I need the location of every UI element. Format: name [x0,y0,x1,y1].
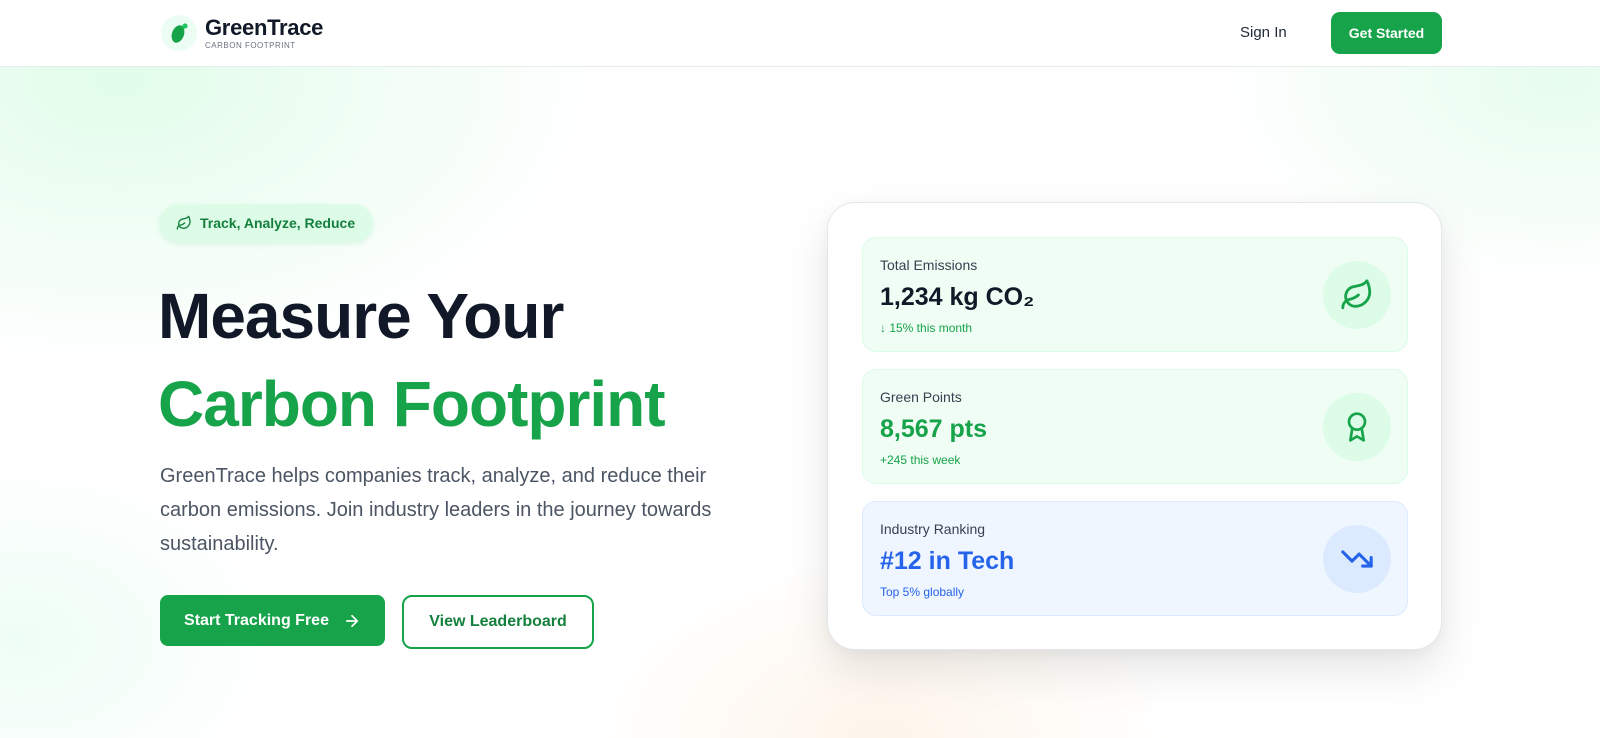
stat-label: Green Points [880,389,962,405]
hero-title-line1: Measure Your [158,280,564,352]
hero-title-line2: Carbon Footprint [158,368,666,440]
arrow-right-icon [343,612,361,630]
stat-note: +245 this week [880,453,961,467]
hero-badge-label: Track, Analyze, Reduce [200,215,356,231]
top-nav: GreenTrace CARBON FOOTPRINT Sign In Get … [0,0,1600,67]
stat-note: ↓ 15% this month [880,321,973,335]
view-leaderboard-button[interactable]: View Leaderboard [402,595,594,649]
award-icon [1323,393,1391,461]
sign-in-link[interactable]: Sign In [1240,24,1287,41]
stat-card-green-points: Green Points 8,567 pts +245 this week [862,369,1408,484]
brand-logo[interactable]: GreenTrace CARBON FOOTPRINT [161,15,323,51]
trending-down-icon [1323,525,1391,593]
leaf-logo-icon [161,15,197,51]
stat-value: 8,567 pts [880,415,988,443]
hero-description: GreenTrace helps companies track, analyz… [160,465,712,555]
brand-tagline: CARBON FOOTPRINT [205,40,296,50]
hero-badge: Track, Analyze, Reduce [160,204,374,242]
stat-value: #12 in Tech [880,547,1015,575]
stat-label: Industry Ranking [880,521,986,537]
leaf-icon [1323,261,1391,329]
stat-card-total-emissions: Total Emissions 1,234 kg CO₂ ↓ 15% this … [862,237,1408,352]
start-tracking-button[interactable]: Start Tracking Free [160,595,385,646]
stat-value: 1,234 kg CO₂ [880,283,1035,311]
brand-name: GreenTrace [205,14,324,40]
stats-dashboard-card: Total Emissions 1,234 kg CO₂ ↓ 15% this … [827,202,1442,650]
stat-card-industry-ranking: Industry Ranking #12 in Tech Top 5% glob… [862,501,1408,616]
stat-label: Total Emissions [880,257,978,273]
get-started-button[interactable]: Get Started [1331,12,1442,54]
hero-title: Measure Your Carbon Footprint [158,272,666,448]
start-tracking-label: Start Tracking Free [184,611,329,629]
stat-note: Top 5% globally [880,585,965,599]
leaf-icon [176,215,192,231]
